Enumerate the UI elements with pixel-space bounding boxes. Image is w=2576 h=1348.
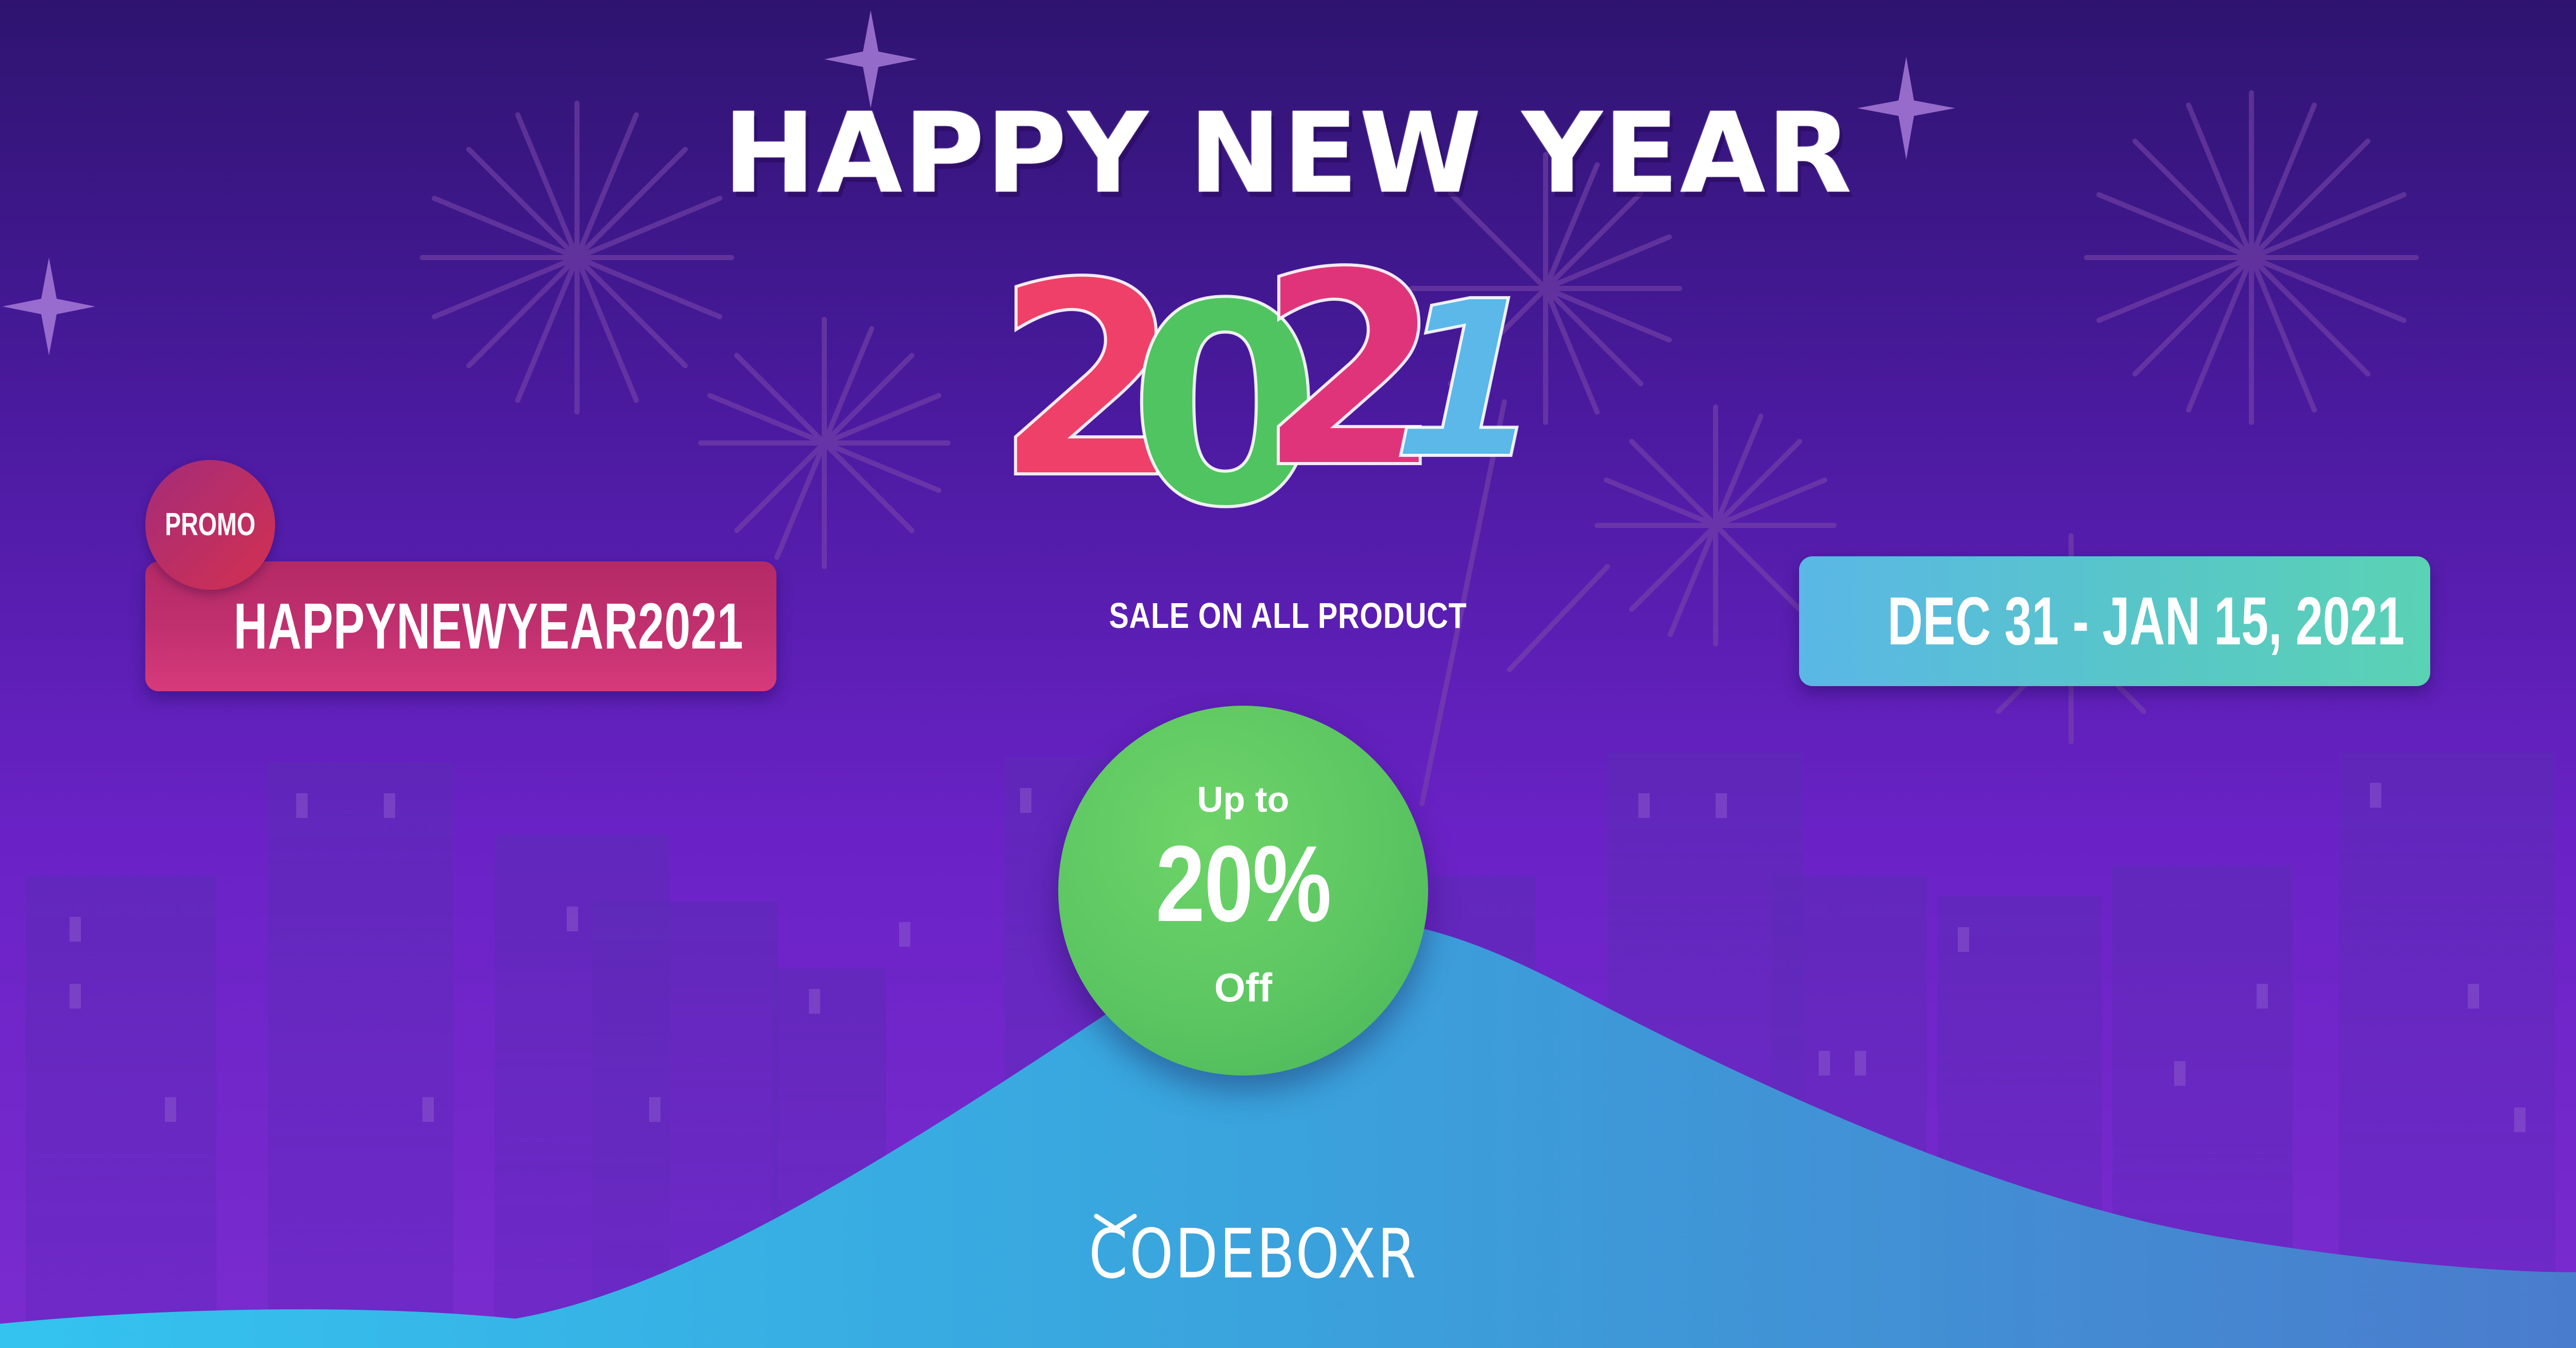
new-year-sale-banner: HAPPY NEW YEAR 2 0 2 1 SALE ON ALL PRODU… <box>0 0 2576 1348</box>
date-range-text: DEC 31 - JAN 15, 2021 <box>1887 583 2405 659</box>
discount-suffix: Off <box>1214 965 1273 1010</box>
promo-badge: PROMO <box>145 460 275 590</box>
date-range-pill: DEC 31 - JAN 15, 2021 <box>1799 556 2430 686</box>
discount-value: 20% <box>1156 823 1331 944</box>
headline-happy-new-year: HAPPY NEW YEAR <box>723 89 1853 218</box>
discount-prefix: Up to <box>1197 779 1290 820</box>
promo-badge-label: PROMO <box>165 507 256 542</box>
promo-code-text: HAPPYNEWYEAR2021 <box>233 590 744 662</box>
discount-badge: Up to 20% Off <box>1058 706 1428 1076</box>
firework-burst-icon <box>698 317 951 569</box>
sparkle-star-icon <box>3 258 95 355</box>
brand-name: CODEBOXR <box>1089 1215 1418 1294</box>
brand-logo: CODEBOXR <box>1054 1208 1445 1301</box>
year-2021-graphic: 2 0 2 1 <box>993 216 1570 548</box>
